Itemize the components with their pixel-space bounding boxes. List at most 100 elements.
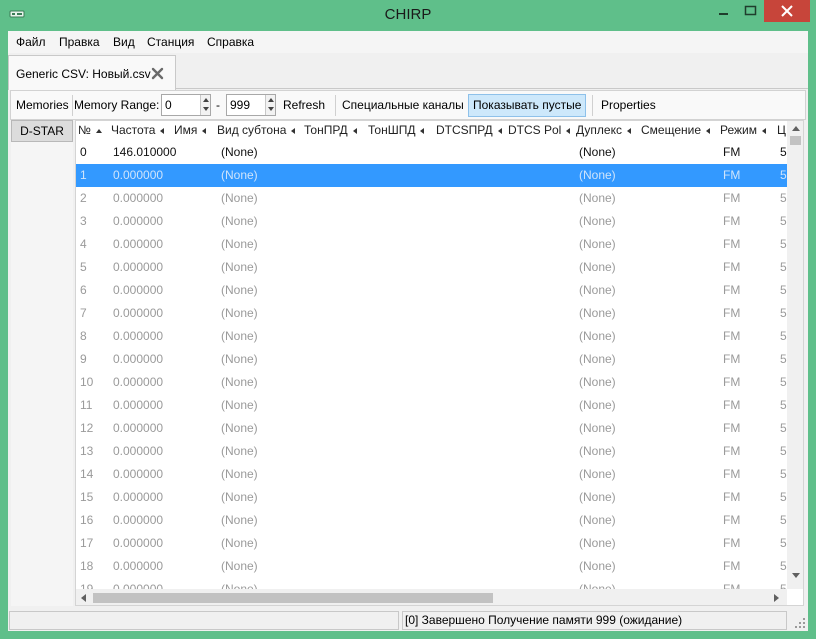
special-channels-button[interactable]: Специальные каналы bbox=[338, 94, 468, 117]
client-area: Файл Правка Вид Станция Справка Generic … bbox=[8, 31, 808, 631]
spinner-buttons[interactable] bbox=[265, 95, 275, 115]
vertical-scrollbar[interactable] bbox=[787, 121, 803, 589]
cell-number: 9 bbox=[80, 352, 87, 366]
cell-duplex: (None) bbox=[579, 168, 616, 182]
table-row[interactable]: 17 0.000000 (None) (None) FM 5 bbox=[76, 532, 787, 555]
table-row[interactable]: 5 0.000000 (None) (None) FM 5 bbox=[76, 256, 787, 279]
cell-frequency: 0.000000 bbox=[113, 283, 164, 297]
close-icon[interactable] bbox=[764, 0, 810, 22]
column-dtcs-code[interactable]: DTCSПРД bbox=[436, 123, 502, 137]
table-row[interactable]: 10 0.000000 (None) (None) FM 5 bbox=[76, 371, 787, 394]
table-row[interactable]: 16 0.000000 (None) (None) FM 5 bbox=[76, 509, 787, 532]
table-row[interactable]: 7 0.000000 (None) (None) FM 5 bbox=[76, 302, 787, 325]
cell-step: 5 bbox=[780, 191, 787, 205]
table-row[interactable]: 13 0.000000 (None) (None) FM 5 bbox=[76, 440, 787, 463]
cell-step: 5 bbox=[780, 536, 787, 550]
resize-arrow-icon bbox=[420, 127, 425, 134]
cell-frequency: 0.000000 bbox=[113, 559, 164, 573]
cell-step: 5 bbox=[780, 352, 787, 366]
properties-button[interactable]: Properties bbox=[597, 94, 660, 117]
cell-frequency: 0.000000 bbox=[113, 375, 164, 389]
range-to-value: 999 bbox=[230, 98, 251, 112]
show-empty-toggle[interactable]: Показывать пустые bbox=[468, 94, 587, 117]
sidebar: D-STAR bbox=[11, 120, 73, 606]
cell-frequency: 0.000000 bbox=[113, 237, 164, 251]
menu-radio[interactable]: Станция bbox=[147, 35, 194, 49]
table-row[interactable]: 4 0.000000 (None) (None) FM 5 bbox=[76, 233, 787, 256]
cell-mode: FM bbox=[723, 513, 741, 527]
menu-edit[interactable]: Правка bbox=[59, 35, 100, 49]
table-row[interactable]: 19 0.000000 (None) (None) FM 5 bbox=[76, 578, 787, 589]
cell-step: 5 bbox=[780, 582, 787, 589]
memory-grid[interactable]: № Частота Имя Вид субтона ТонПРД ТонШПД … bbox=[75, 120, 804, 606]
cell-frequency: 0.000000 bbox=[113, 329, 164, 343]
title-bar[interactable]: CHIRP bbox=[0, 0, 816, 30]
menu-view[interactable]: Вид bbox=[113, 35, 135, 49]
cell-number: 2 bbox=[80, 191, 87, 205]
table-row[interactable]: 0 146.010000 (None) (None) FM 5 bbox=[76, 141, 787, 164]
resize-arrow-icon bbox=[566, 127, 571, 134]
document-tab[interactable]: Generic CSV: Новый.csv bbox=[8, 55, 176, 90]
close-icon[interactable] bbox=[151, 67, 164, 80]
table-row[interactable]: 6 0.000000 (None) (None) FM 5 bbox=[76, 279, 787, 302]
column-dtcs-pol[interactable]: DTCS Pol bbox=[508, 123, 571, 137]
column-frequency[interactable]: Частота bbox=[111, 123, 165, 137]
table-row[interactable]: 1 0.000000 (None) (None) FM 5 bbox=[76, 164, 787, 187]
table-row[interactable]: 3 0.000000 (None) (None) FM 5 bbox=[76, 210, 787, 233]
table-row[interactable]: 8 0.000000 (None) (None) FM 5 bbox=[76, 325, 787, 348]
column-mode[interactable]: Режим bbox=[720, 123, 766, 137]
scroll-left-icon[interactable] bbox=[81, 594, 86, 602]
scroll-up-icon[interactable] bbox=[792, 126, 800, 131]
cell-frequency: 0.000000 bbox=[113, 260, 164, 274]
table-row[interactable]: 18 0.000000 (None) (None) FM 5 bbox=[76, 555, 787, 578]
table-row[interactable]: 11 0.000000 (None) (None) FM 5 bbox=[76, 394, 787, 417]
cell-frequency: 0.000000 bbox=[113, 214, 164, 228]
cell-frequency: 0.000000 bbox=[113, 536, 164, 550]
resize-arrow-icon bbox=[352, 127, 357, 134]
minimize-icon[interactable] bbox=[710, 0, 737, 22]
column-number[interactable]: № bbox=[78, 123, 102, 137]
cell-number: 6 bbox=[80, 283, 87, 297]
range-from-spinner[interactable]: 0 bbox=[161, 94, 211, 116]
table-row[interactable]: 9 0.000000 (None) (None) FM 5 bbox=[76, 348, 787, 371]
spin-up-icon[interactable] bbox=[268, 98, 274, 102]
spin-down-icon[interactable] bbox=[203, 107, 209, 111]
menu-file[interactable]: Файл bbox=[16, 35, 46, 49]
memories-button[interactable]: Memories bbox=[12, 94, 73, 117]
table-row[interactable]: 2 0.000000 (None) (None) FM 5 bbox=[76, 187, 787, 210]
cell-mode: FM bbox=[723, 237, 741, 251]
refresh-button[interactable]: Refresh bbox=[279, 94, 329, 117]
spin-down-icon[interactable] bbox=[268, 107, 274, 111]
cell-number: 10 bbox=[80, 375, 94, 389]
table-row[interactable]: 15 0.000000 (None) (None) FM 5 bbox=[76, 486, 787, 509]
range-to-spinner[interactable]: 999 bbox=[226, 94, 276, 116]
scroll-right-icon[interactable] bbox=[774, 594, 779, 602]
column-tx-tone[interactable]: ТонПРД bbox=[304, 123, 357, 137]
vertical-scroll-thumb[interactable] bbox=[790, 136, 801, 145]
horizontal-scrollbar[interactable] bbox=[76, 589, 787, 605]
cell-tone-mode: (None) bbox=[221, 582, 258, 589]
column-rx-tone[interactable]: ТонШПД bbox=[368, 123, 425, 137]
column-offset[interactable]: Смещение bbox=[641, 123, 711, 137]
cell-tone-mode: (None) bbox=[221, 467, 258, 481]
spin-up-icon[interactable] bbox=[203, 98, 209, 102]
column-tone-mode[interactable]: Вид субтона bbox=[217, 123, 296, 137]
cell-step: 5 bbox=[780, 168, 787, 182]
cell-step: 5 bbox=[780, 444, 787, 458]
cell-frequency: 146.010000 bbox=[113, 145, 177, 159]
resize-arrow-icon bbox=[497, 127, 502, 134]
resize-grip-icon[interactable] bbox=[794, 617, 806, 629]
cell-duplex: (None) bbox=[579, 375, 616, 389]
table-row[interactable]: 12 0.000000 (None) (None) FM 5 bbox=[76, 417, 787, 440]
column-duplex[interactable]: Дуплекс bbox=[576, 123, 631, 137]
cell-step: 5 bbox=[780, 260, 787, 274]
column-name[interactable]: Имя bbox=[174, 123, 207, 137]
maximize-icon[interactable] bbox=[737, 0, 764, 22]
menu-help[interactable]: Справка bbox=[207, 35, 254, 49]
dstar-tab[interactable]: D-STAR bbox=[11, 120, 73, 142]
scroll-down-icon[interactable] bbox=[792, 573, 800, 578]
horizontal-scroll-thumb[interactable] bbox=[93, 593, 493, 603]
table-row[interactable]: 14 0.000000 (None) (None) FM 5 bbox=[76, 463, 787, 486]
column-step[interactable]: Ц bbox=[777, 123, 786, 137]
spinner-buttons[interactable] bbox=[200, 95, 210, 115]
